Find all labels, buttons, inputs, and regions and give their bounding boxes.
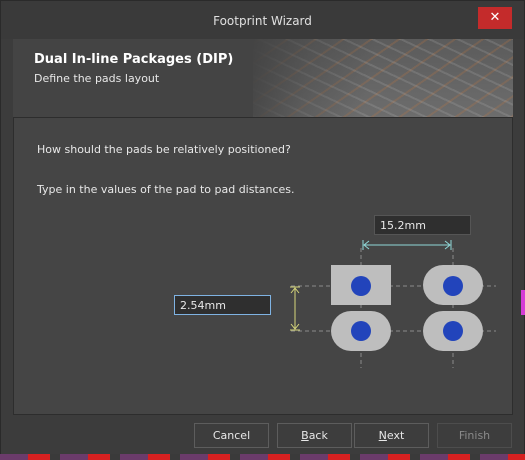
background-app-strip <box>0 454 525 460</box>
horizontal-distance-field[interactable] <box>374 215 471 235</box>
window-title: Footprint Wizard <box>213 14 312 28</box>
background-app-edge <box>521 290 525 315</box>
horizontal-distance-arrow <box>362 240 452 250</box>
back-label: ack <box>308 429 328 442</box>
finish-label: Finish <box>458 429 491 442</box>
close-button[interactable]: ✕ <box>478 7 512 29</box>
pcb-banner-image <box>253 39 513 117</box>
vertical-distance-field[interactable] <box>174 295 271 315</box>
vertical-distance-arrow <box>290 286 300 331</box>
close-icon: ✕ <box>489 10 501 25</box>
page-subtitle: Define the pads layout <box>34 72 160 85</box>
next-label: ext <box>386 429 405 442</box>
wizard-header: Dual In-line Packages (DIP) Define the p… <box>13 39 513 117</box>
pad-layout-diagram <box>290 240 496 368</box>
pad-3-hole <box>351 321 371 341</box>
pad-1-hole <box>351 276 371 296</box>
cancel-label: Cancel <box>212 429 251 442</box>
pad-2-hole <box>443 276 463 296</box>
pad-4-hole <box>443 321 463 341</box>
finish-button[interactable]: Finish <box>437 423 512 448</box>
page-title: Dual In-line Packages (DIP) <box>34 52 234 67</box>
back-mnemonic: B <box>301 429 309 442</box>
title-bar: Footprint Wizard ✕ <box>1 1 524 39</box>
cancel-button[interactable]: Cancel <box>194 423 269 448</box>
next-mnemonic: N <box>378 429 387 442</box>
next-button[interactable]: Next <box>354 423 429 448</box>
wizard-content: How should the pads be relatively positi… <box>13 117 513 415</box>
footprint-wizard-window: Footprint Wizard ✕ Dual In-line Packages… <box>0 0 525 460</box>
back-button[interactable]: Back <box>277 423 352 448</box>
